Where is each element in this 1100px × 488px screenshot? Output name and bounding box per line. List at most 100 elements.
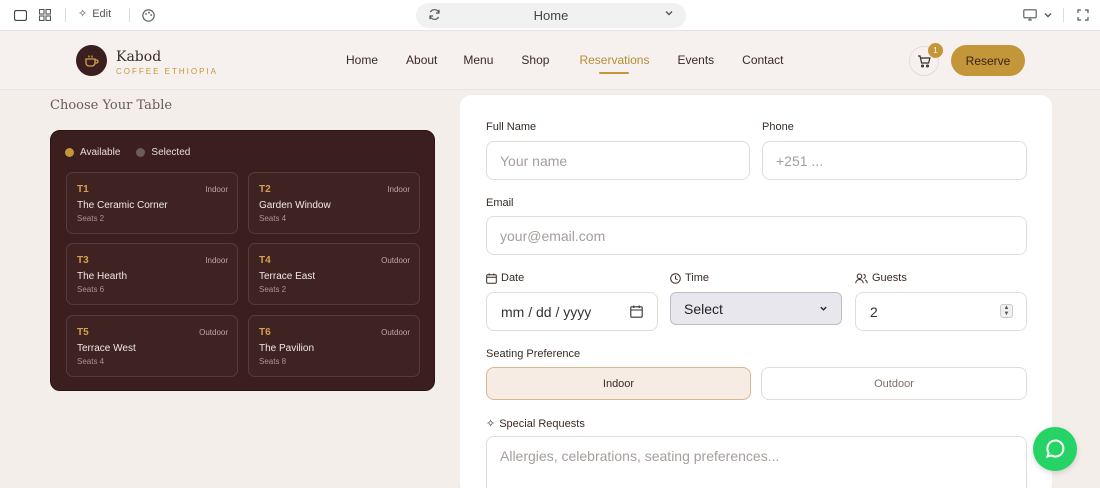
whatsapp-icon xyxy=(1045,439,1065,458)
table-card-t6[interactable]: T6 Outdoor The Pavilion Seats 8 xyxy=(248,315,420,377)
date-label-text: Date xyxy=(501,272,525,284)
seating-option-outdoor[interactable]: Outdoor xyxy=(761,367,1027,400)
table-seats: Seats 4 xyxy=(77,357,105,366)
address-label: Home xyxy=(533,8,569,23)
guests-label-text: Guests xyxy=(872,272,907,284)
table-id: T1 xyxy=(77,184,89,195)
phone-label-text: Phone xyxy=(762,121,794,133)
seating-option-indoor[interactable]: Indoor xyxy=(486,367,751,400)
legend-selected: Selected xyxy=(151,147,191,158)
calendar-picker-icon[interactable] xyxy=(630,305,643,318)
toolbar-divider xyxy=(1063,8,1064,22)
page-address-selector[interactable]: Home xyxy=(416,3,686,28)
reload-icon[interactable] xyxy=(428,8,441,24)
choose-table-title: Choose Your Table xyxy=(50,98,173,113)
site-header: Kabod COFFEE ETHIOPIA Home About Menu Sh… xyxy=(0,31,1100,90)
seating-label-text: Seating Preference xyxy=(486,348,581,360)
date-label: Date xyxy=(486,272,524,284)
table-card-t2[interactable]: T2 Indoor Garden Window Seats 4 xyxy=(248,172,420,234)
time-label: Time xyxy=(670,272,709,284)
table-card-t4[interactable]: T4 Outdoor Terrace East Seats 2 xyxy=(248,243,420,305)
table-picker-panel: Available Selected T1 Indoor The Ceramic… xyxy=(50,130,435,391)
sparkles-icon: ✧ xyxy=(486,418,496,430)
grid-view-icon[interactable] xyxy=(37,7,53,23)
table-id: T2 xyxy=(259,184,271,195)
nav-reservations[interactable]: Reservations xyxy=(579,53,649,74)
fullscreen-icon[interactable] xyxy=(1075,7,1091,23)
table-name: Terrace East xyxy=(259,271,316,282)
nav-home[interactable]: Home xyxy=(346,53,378,67)
seating-label: Seating Preference xyxy=(486,348,580,360)
table-name: The Ceramic Corner xyxy=(77,200,168,211)
legend-available: Available xyxy=(80,147,121,158)
phone-input[interactable] xyxy=(762,141,1027,180)
time-select-value: Select xyxy=(684,300,723,317)
palette-icon[interactable] xyxy=(140,7,156,23)
nav-events[interactable]: Events xyxy=(677,53,714,67)
guests-stepper[interactable]: ▲ ▼ xyxy=(1000,304,1013,318)
full-name-label-text: Full Name xyxy=(486,121,537,133)
nav-about[interactable]: About xyxy=(406,53,437,67)
full-name-input[interactable] xyxy=(486,141,750,180)
guests-label: Guests xyxy=(855,272,907,284)
selected-dot-icon xyxy=(136,148,146,157)
table-card-t1[interactable]: T1 Indoor The Ceramic Corner Seats 2 xyxy=(66,172,238,234)
cart-icon xyxy=(918,54,931,68)
single-view-icon[interactable] xyxy=(12,7,28,23)
table-id: T4 xyxy=(259,255,271,266)
cart-count-badge: 1 xyxy=(928,43,943,58)
email-label-text: Email xyxy=(486,197,514,209)
table-location: Outdoor xyxy=(199,328,228,337)
special-requests-textarea[interactable]: Allergies, celebrations, seating prefere… xyxy=(486,436,1027,488)
main-nav: Home About Menu Shop Reservations Events… xyxy=(346,53,784,74)
brand-tagline: COFFEE ETHIOPIA xyxy=(116,67,219,76)
table-seats: Seats 2 xyxy=(259,285,287,294)
chevron-down-icon[interactable] xyxy=(1040,7,1056,23)
coffee-cup-logo-icon[interactable] xyxy=(76,45,107,76)
table-seats: Seats 6 xyxy=(77,285,105,294)
calendar-icon xyxy=(486,273,497,284)
special-requests-label-text: Special Requests xyxy=(499,417,585,430)
email-label: Email xyxy=(486,197,514,209)
desktop-icon[interactable] xyxy=(1022,7,1038,23)
table-location: Indoor xyxy=(387,185,410,194)
table-id: T5 xyxy=(77,327,89,338)
table-id: T3 xyxy=(77,255,89,266)
table-name: Garden Window xyxy=(259,200,331,211)
time-select[interactable]: Select xyxy=(670,292,842,325)
edit-button[interactable]: ✧ Edit xyxy=(78,7,112,21)
table-card-t5[interactable]: T5 Outdoor Terrace West Seats 4 xyxy=(66,315,238,377)
toolbar-divider xyxy=(65,8,66,22)
table-seats: Seats 4 xyxy=(259,214,287,223)
date-placeholder: mm / dd / yyyy xyxy=(501,303,592,320)
guests-value: 2 xyxy=(870,303,878,320)
nav-shop[interactable]: Shop xyxy=(521,53,549,67)
email-input[interactable] xyxy=(486,216,1027,255)
table-card-t3[interactable]: T3 Indoor The Hearth Seats 6 xyxy=(66,243,238,305)
table-name: Terrace West xyxy=(77,343,136,354)
table-id: T6 xyxy=(259,327,271,338)
stepper-down-icon[interactable]: ▼ xyxy=(1004,311,1010,317)
table-location: Indoor xyxy=(205,185,228,194)
table-name: The Pavilion xyxy=(259,343,315,354)
chevron-down-icon xyxy=(820,306,827,311)
table-location: Outdoor xyxy=(381,256,410,265)
chevron-down-icon xyxy=(664,7,674,21)
toolbar-divider xyxy=(129,8,130,22)
time-label-text: Time xyxy=(685,272,710,284)
brand-name[interactable]: Kabod xyxy=(116,49,161,65)
table-location: Outdoor xyxy=(381,328,410,337)
table-seats: Seats 2 xyxy=(77,214,105,223)
nav-contact[interactable]: Contact xyxy=(742,53,783,67)
clock-icon xyxy=(670,272,681,284)
nav-menu[interactable]: Menu xyxy=(463,53,493,67)
phone-label: Phone xyxy=(762,121,794,133)
whatsapp-chat-button[interactable] xyxy=(1033,427,1077,471)
table-legend: Available Selected xyxy=(65,147,190,158)
editor-toolbar: ✧ Edit Home xyxy=(0,0,1100,31)
table-location: Indoor xyxy=(205,256,228,265)
reserve-button[interactable]: Reserve xyxy=(951,45,1025,76)
edit-label: Edit xyxy=(92,7,112,20)
special-requests-label: ✧ Special Requests xyxy=(486,417,585,431)
date-input[interactable]: mm / dd / yyyy xyxy=(486,292,658,331)
